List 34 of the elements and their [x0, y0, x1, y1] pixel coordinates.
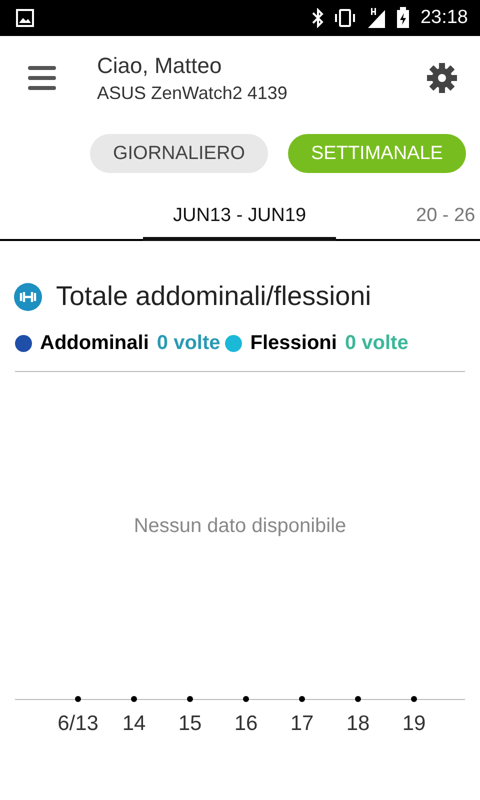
legend-value: 0 volte — [344, 332, 408, 355]
week-tab[interactable]: JUN13 - JUN19 — [143, 197, 336, 241]
legend-label: Addominali — [40, 332, 149, 355]
tick-dot — [131, 696, 137, 702]
legend-label: Flessioni — [250, 332, 337, 355]
axis-label: 18 — [346, 712, 370, 736]
axis-label: 19 — [402, 712, 426, 736]
card-title: Totale addominali/flessioni — [56, 281, 372, 312]
axis-label: 14 — [122, 712, 146, 736]
image-icon — [16, 9, 34, 27]
tick-dot — [355, 696, 361, 702]
axis-label: 16 — [234, 712, 258, 736]
greeting-text: Ciao, Matteo — [97, 52, 223, 78]
empty-message: Nessun dato disponibile — [132, 515, 348, 539]
bluetooth-icon — [311, 8, 326, 28]
tick-dot — [75, 696, 81, 702]
legend-value: 0 volte — [156, 332, 220, 355]
battery-icon — [396, 7, 410, 29]
axis-label: 17 — [290, 712, 314, 736]
tick-dot — [299, 696, 305, 702]
axis-label: 15 — [178, 712, 202, 736]
device-name: ASUS ZenWatch2 4139 — [97, 82, 288, 104]
vibrate-icon — [334, 9, 356, 27]
tick-dot — [243, 696, 249, 702]
menu-icon[interactable] — [28, 65, 56, 91]
axis-label: 6/13 — [58, 712, 98, 736]
period-toggle-button[interactable]: GIORNALIERO — [90, 134, 268, 173]
week-tab[interactable]: 20 - 26 — [416, 197, 476, 241]
tick-dot — [411, 696, 417, 702]
signal-icon — [365, 8, 388, 28]
tick-dot — [187, 696, 193, 702]
clock-time: 23:18 — [420, 7, 468, 29]
settings-icon[interactable] — [426, 62, 458, 94]
dumbbell-icon — [14, 282, 42, 310]
